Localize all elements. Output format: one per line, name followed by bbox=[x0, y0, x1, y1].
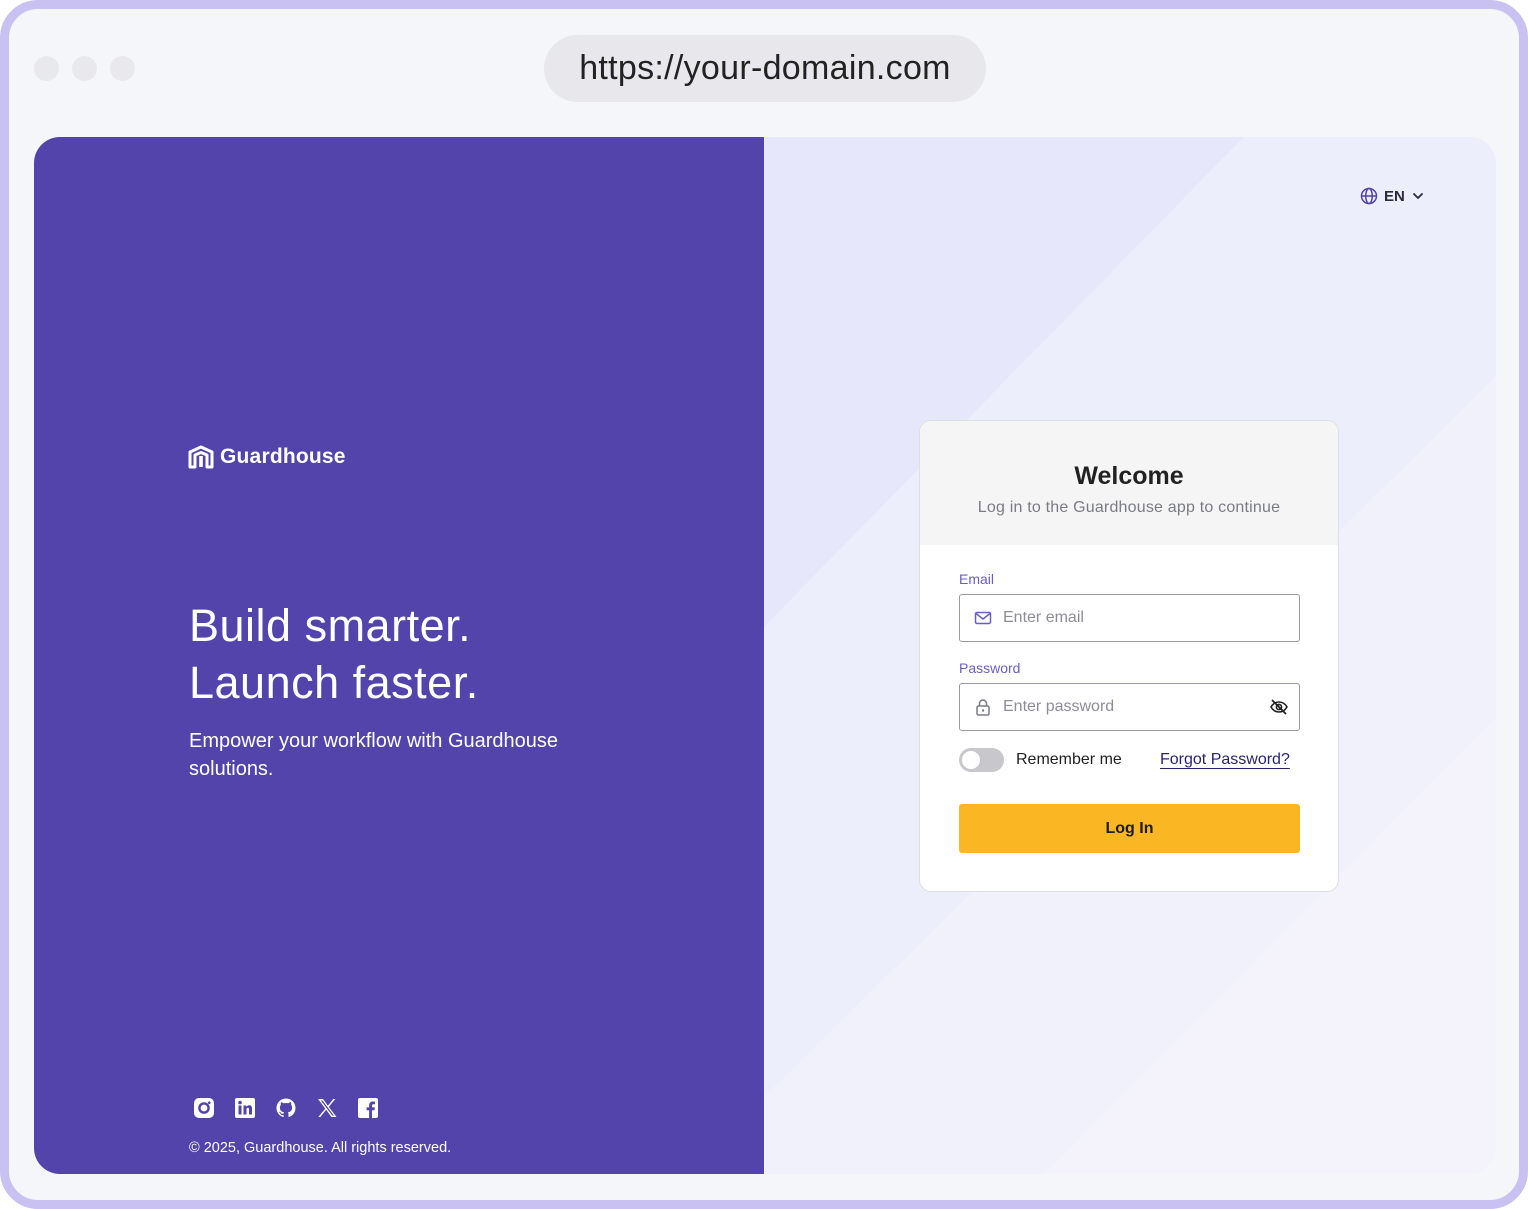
linkedin-icon[interactable] bbox=[234, 1097, 256, 1119]
globe-icon bbox=[1360, 187, 1378, 205]
address-bar[interactable]: https://your-domain.com bbox=[544, 35, 986, 102]
hero-tagline: Empower your workflow with Guardhouse so… bbox=[189, 730, 559, 780]
brand-name: Guardhouse bbox=[220, 445, 346, 468]
login-card: Welcome Log in to the Guardhouse app to … bbox=[919, 420, 1339, 892]
remember-toggle[interactable] bbox=[959, 748, 1004, 772]
facebook-icon[interactable] bbox=[357, 1097, 379, 1119]
toggle-knob bbox=[962, 751, 980, 769]
minimize-dot[interactable] bbox=[72, 56, 97, 81]
headline-line-2: Launch faster. bbox=[189, 657, 479, 708]
lock-icon bbox=[976, 699, 990, 716]
card-header: Welcome Log in to the Guardhouse app to … bbox=[920, 421, 1338, 545]
language-selector[interactable]: EN bbox=[1360, 187, 1425, 205]
card-title: Welcome bbox=[1074, 462, 1184, 490]
github-icon[interactable] bbox=[275, 1097, 297, 1119]
headline-line-1: Build smarter. bbox=[189, 600, 472, 651]
maximize-dot[interactable] bbox=[110, 56, 135, 81]
email-field[interactable] bbox=[959, 594, 1300, 642]
chevron-down-icon bbox=[1412, 193, 1423, 199]
brand-panel: Guardhouse Build smarter. Launch faster.… bbox=[34, 137, 764, 1174]
close-dot[interactable] bbox=[34, 56, 59, 81]
password-label: Password bbox=[959, 660, 1021, 676]
hero-headline: Build smarter. Launch faster. bbox=[189, 597, 479, 711]
page-viewport: Guardhouse Build smarter. Launch faster.… bbox=[34, 137, 1496, 1174]
card-subtitle: Log in to the Guardhouse app to continue bbox=[977, 499, 1281, 516]
login-button[interactable]: Log In bbox=[959, 804, 1300, 853]
remember-me: Remember me bbox=[959, 748, 1122, 772]
password-input[interactable] bbox=[1001, 697, 1269, 717]
window-controls bbox=[34, 56, 135, 81]
email-label: Email bbox=[959, 571, 995, 587]
browser-window: https://your-domain.com Guardhouse Build… bbox=[0, 0, 1528, 1209]
forgot-password-link[interactable]: Forgot Password? bbox=[1160, 751, 1290, 769]
instagram-icon[interactable] bbox=[193, 1097, 215, 1119]
x-icon[interactable] bbox=[316, 1097, 338, 1119]
password-field[interactable] bbox=[959, 683, 1300, 731]
social-links bbox=[193, 1097, 379, 1119]
brand-logo: Guardhouse bbox=[188, 445, 346, 469]
guardhouse-logo-icon bbox=[188, 445, 214, 469]
language-label: EN bbox=[1384, 187, 1405, 205]
mail-icon bbox=[974, 611, 992, 625]
remember-label: Remember me bbox=[1016, 751, 1122, 768]
copyright-text: © 2025, Guardhouse. All rights reserved. bbox=[189, 1140, 452, 1156]
eye-off-icon[interactable] bbox=[1269, 697, 1289, 717]
email-input[interactable] bbox=[1001, 608, 1299, 628]
login-panel: EN Welcome Log in to the Guardhouse app … bbox=[764, 137, 1496, 1174]
